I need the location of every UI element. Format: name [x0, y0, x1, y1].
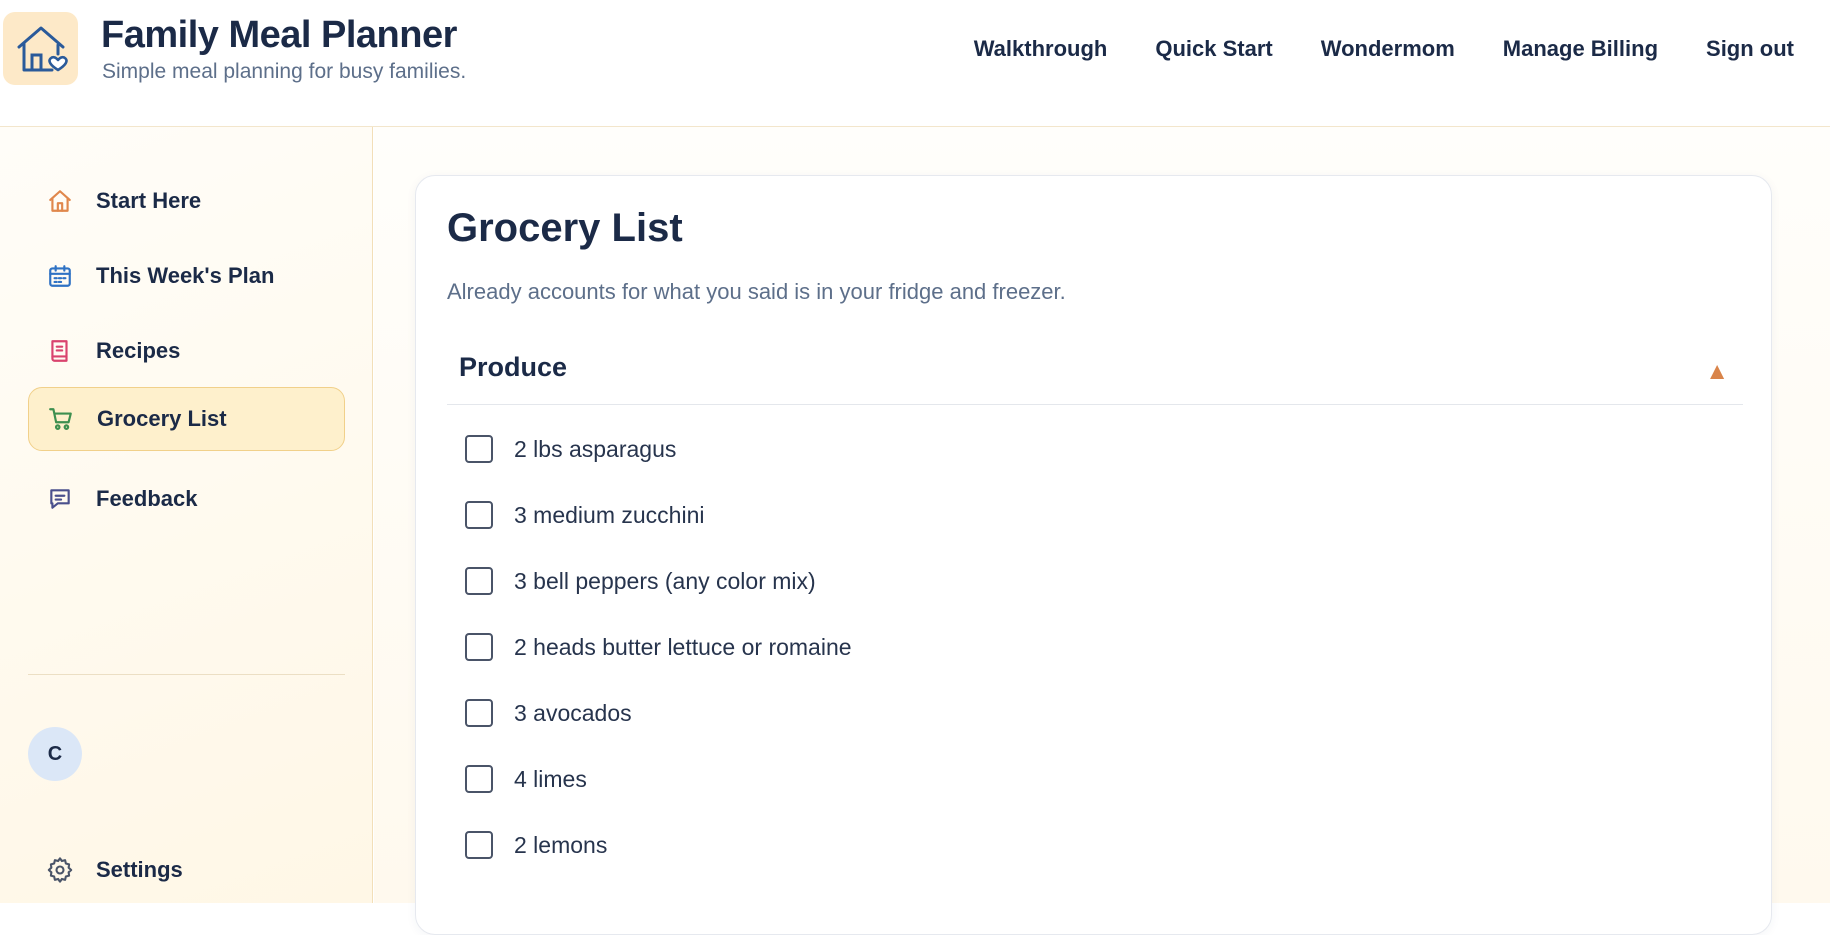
- sidebar-item-label: Grocery List: [97, 406, 227, 431]
- calendar-icon: [46, 262, 74, 290]
- item-label: 4 limes: [514, 765, 587, 792]
- list-item: 4 limes: [465, 759, 587, 799]
- app-subtitle: Simple meal planning for busy families.: [102, 60, 467, 83]
- item-checkbox[interactable]: [465, 765, 493, 793]
- home-icon: [46, 187, 74, 215]
- sidebar-item-this-weeks-plan[interactable]: This Week's Plan: [28, 244, 345, 308]
- gear-icon: [46, 856, 74, 884]
- app-title: Family Meal Planner: [101, 14, 457, 56]
- list-item: 3 avocados: [465, 693, 632, 733]
- list-item: 3 bell peppers (any color mix): [465, 561, 816, 601]
- section-header-produce[interactable]: Produce ▲: [447, 338, 1743, 405]
- item-checkbox[interactable]: [465, 567, 493, 595]
- app-header: Family Meal Planner Simple meal planning…: [0, 0, 1830, 127]
- list-item: 2 heads butter lettuce or romaine: [465, 627, 852, 667]
- nav-walkthrough[interactable]: Walkthrough: [974, 36, 1108, 62]
- sidebar-item-feedback[interactable]: Feedback: [28, 467, 345, 531]
- item-label: 3 avocados: [514, 699, 632, 726]
- avatar[interactable]: C: [28, 727, 82, 781]
- cart-icon: [47, 405, 75, 433]
- top-nav: Walkthrough Quick Start Wondermom Manage…: [974, 36, 1794, 62]
- page-title: Grocery List: [447, 206, 683, 250]
- list-item: 2 lbs asparagus: [465, 429, 676, 469]
- item-label: 2 heads butter lettuce or romaine: [514, 633, 852, 660]
- nav-sign-out[interactable]: Sign out: [1706, 36, 1794, 62]
- item-checkbox[interactable]: [465, 633, 493, 661]
- sidebar-item-settings[interactable]: Settings: [28, 838, 345, 902]
- item-label: 3 bell peppers (any color mix): [514, 567, 816, 594]
- sidebar-item-start-here[interactable]: Start Here: [28, 169, 345, 233]
- sidebar-item-label: Feedback: [96, 486, 198, 511]
- sidebar-item-recipes[interactable]: Recipes: [28, 319, 345, 383]
- item-checkbox[interactable]: [465, 501, 493, 529]
- item-checkbox[interactable]: [465, 435, 493, 463]
- house-heart-icon: [17, 26, 68, 71]
- nav-manage-billing[interactable]: Manage Billing: [1503, 36, 1658, 62]
- item-label: 2 lbs asparagus: [514, 435, 677, 462]
- chat-icon: [46, 485, 74, 513]
- item-checkbox[interactable]: [465, 699, 493, 727]
- logo[interactable]: [3, 12, 78, 85]
- collapse-arrow-icon[interactable]: ▲: [1705, 360, 1729, 384]
- page-description: Already accounts for what you said is in…: [447, 279, 1066, 304]
- sidebar-item-label: Recipes: [96, 338, 181, 363]
- list-item: 3 medium zucchini: [465, 495, 704, 535]
- sidebar-item-label: This Week's Plan: [96, 263, 275, 288]
- nav-quick-start[interactable]: Quick Start: [1155, 36, 1272, 62]
- item-checkbox[interactable]: [465, 831, 493, 859]
- nav-wondermom[interactable]: Wondermom: [1321, 36, 1455, 62]
- book-icon: [46, 337, 74, 365]
- item-label: 3 medium zucchini: [514, 501, 705, 528]
- sidebar: Start Here This Week's Plan Recipes Groc…: [0, 127, 373, 903]
- section-title: Produce: [459, 352, 568, 382]
- sidebar-item-label: Start Here: [96, 188, 202, 213]
- settings-label: Settings: [96, 857, 183, 882]
- sidebar-divider: [28, 674, 345, 675]
- list-item: 2 lemons: [465, 825, 607, 865]
- main-content: Grocery List Already accounts for what y…: [374, 127, 1830, 935]
- item-label: 2 lemons: [514, 831, 608, 858]
- grocery-list-card: Grocery List Already accounts for what y…: [415, 175, 1772, 935]
- sidebar-item-grocery-list[interactable]: Grocery List: [28, 387, 345, 451]
